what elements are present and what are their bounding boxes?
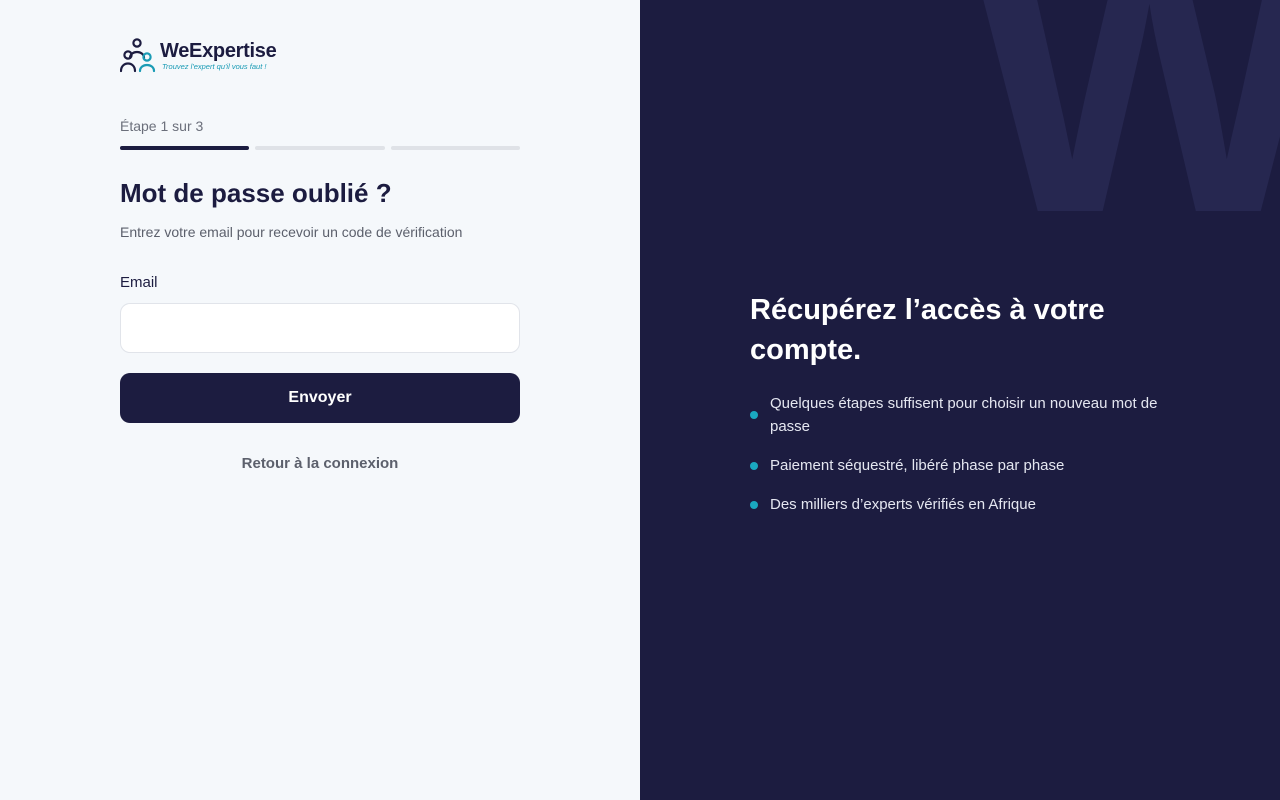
feature-list: Quelques étapes suffisent pour choisir u…	[750, 392, 1170, 516]
logo-name: WeExpertise	[160, 40, 277, 62]
back-to-login-link[interactable]: Retour à la connexion	[120, 455, 520, 472]
email-label: Email	[120, 274, 158, 291]
feature-text: Paiement séquestré, libéré phase par pha…	[770, 457, 1065, 474]
logo-wordmark: WeExpertise Trouvez l'expert qu'il vous …	[160, 40, 277, 71]
bullet-dot-icon	[750, 500, 758, 509]
step-indicator-label: Étape 1 sur 3	[120, 118, 204, 134]
progress-segment-1	[120, 146, 250, 150]
send-button[interactable]: Envoyer	[120, 373, 520, 423]
brand-logo[interactable]: WeExpertise Trouvez l'expert qu'il vous …	[120, 38, 277, 74]
bullet-dot-icon	[750, 461, 758, 470]
page-subtitle: Entrez votre email pour recevoir un code…	[120, 224, 463, 240]
watermark-text: WE	[970, 0, 1280, 292]
feature-item: Des milliers d’experts vérifiés en Afriq…	[750, 493, 1170, 516]
email-input[interactable]	[120, 303, 520, 353]
progress-segment-3	[390, 146, 520, 150]
feature-item: Paiement séquestré, libéré phase par pha…	[750, 454, 1170, 477]
progress-segment-2	[255, 146, 385, 150]
info-content: Récupérez l’accès à votre compte. Quelqu…	[750, 290, 1170, 532]
feature-text: Des milliers d’experts vérifiés en Afriq…	[770, 496, 1036, 513]
info-panel: WE Récupérez l’accès à votre compte. Que…	[640, 0, 1280, 800]
feature-text: Quelques étapes suffisent pour choisir u…	[770, 395, 1158, 435]
form-panel: WeExpertise Trouvez l'expert qu'il vous …	[0, 0, 640, 800]
logo-tagline: Trouvez l'expert qu'il vous faut !	[162, 62, 267, 71]
info-title: Récupérez l’accès à votre compte.	[750, 294, 1105, 366]
page-title: Mot de passe oublié ?	[120, 178, 392, 208]
people-logo-icon	[120, 38, 156, 73]
feature-item: Quelques étapes suffisent pour choisir u…	[750, 392, 1170, 438]
step-progress-bar	[120, 146, 520, 150]
bullet-dot-icon	[750, 411, 758, 419]
